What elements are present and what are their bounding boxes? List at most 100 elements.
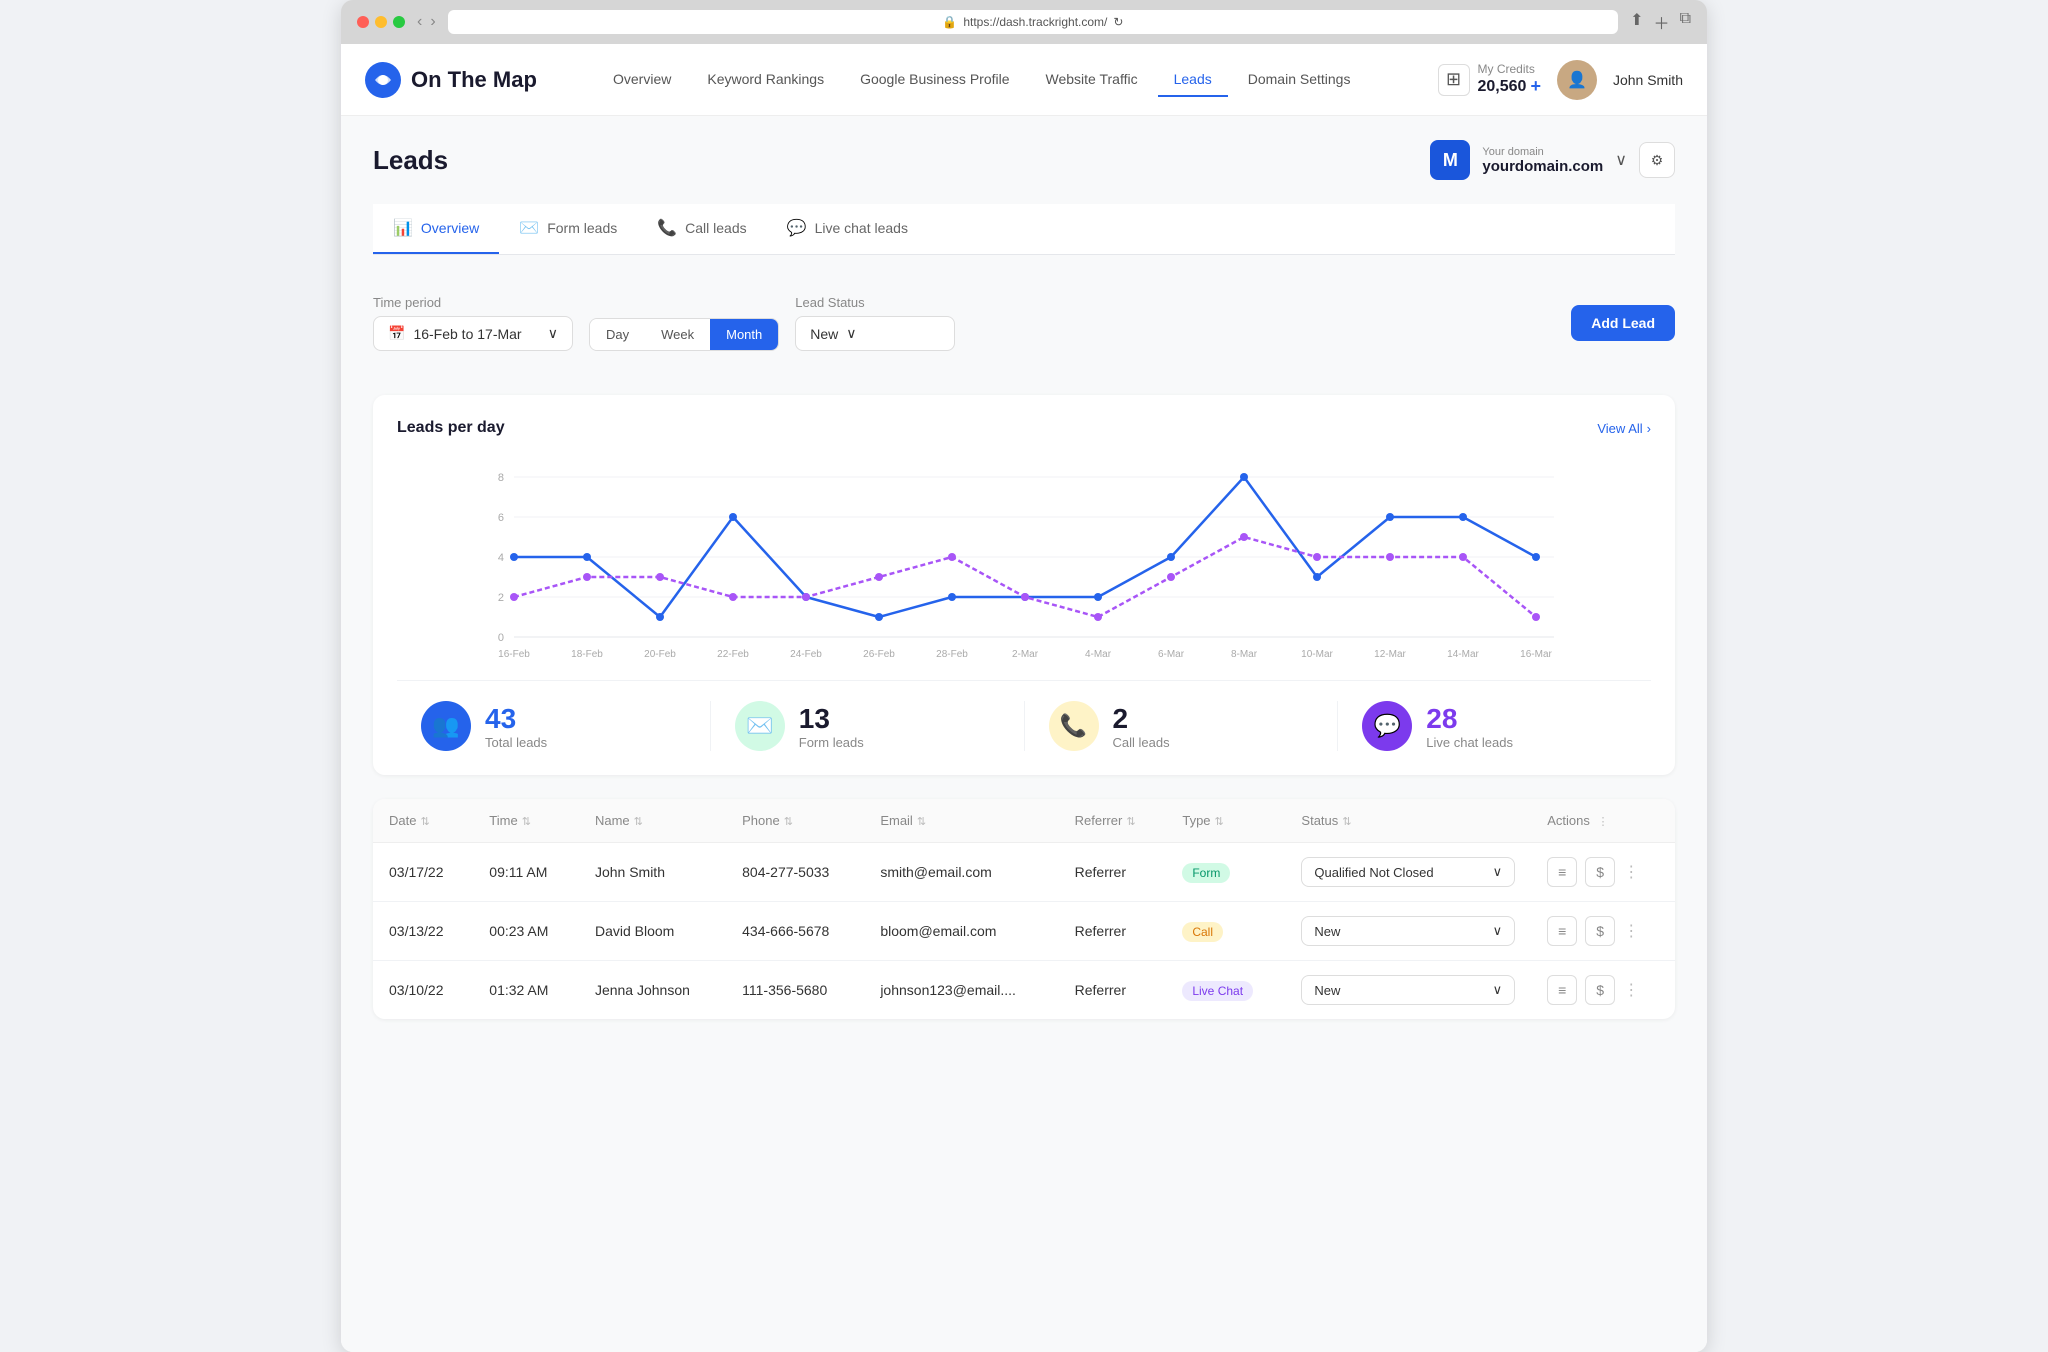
- week-period-button[interactable]: Week: [645, 319, 710, 350]
- top-nav: On The Map Overview Keyword Rankings Goo…: [341, 44, 1707, 116]
- col-time: Time⇅: [473, 799, 579, 843]
- domain-logo: M: [1430, 140, 1470, 180]
- leads-table: Date⇅ Time⇅ Name⇅ Phone⇅ Email⇅ Referrer…: [373, 799, 1675, 1019]
- row3-time: 01:32 AM: [473, 961, 579, 1020]
- row1-status-dropdown[interactable]: Qualified Not Closed ∨: [1301, 857, 1515, 887]
- table-row: 03/13/22 00:23 AM David Bloom 434-666-56…: [373, 902, 1675, 961]
- row3-status-chevron-icon: ∨: [1493, 982, 1503, 998]
- domain-chevron-icon[interactable]: ∨: [1615, 150, 1627, 170]
- type-sort-icon[interactable]: ⇅: [1215, 815, 1224, 828]
- day-period-button[interactable]: Day: [590, 319, 645, 350]
- tab-call-leads[interactable]: 📞 Call leads: [637, 204, 766, 254]
- col-email: Email⇅: [864, 799, 1058, 843]
- row2-action-icons: ≡ $ ⋮: [1547, 916, 1659, 946]
- credits-icon: ⊞: [1438, 64, 1470, 96]
- name-col-label: Name: [595, 813, 630, 828]
- svg-text:8-Mar: 8-Mar: [1231, 649, 1258, 660]
- close-dot[interactable]: [357, 16, 369, 28]
- row1-more-button[interactable]: ⋮: [1623, 862, 1639, 882]
- time-sort-icon[interactable]: ⇅: [522, 815, 531, 828]
- nav-domain-settings[interactable]: Domain Settings: [1232, 63, 1367, 97]
- stats-row: 👥 43 Total leads ✉️ 13 Form leads: [397, 680, 1651, 751]
- add-lead-button[interactable]: Add Lead: [1571, 305, 1675, 341]
- overview-tab-icon: 📊: [393, 218, 413, 238]
- page-content: Leads M Your domain yourdomain.com ∨ ⚙ 📊…: [341, 116, 1707, 1352]
- url-bar[interactable]: 🔒 https://dash.trackright.com/ ↻: [448, 10, 1618, 34]
- row1-action-icons: ≡ $ ⋮: [1547, 857, 1659, 887]
- browser-toolbar: ‹ › 🔒 https://dash.trackright.com/ ↻ ⬆ ＋…: [341, 0, 1707, 44]
- calendar-icon: 📅: [388, 325, 405, 342]
- name-sort-icon[interactable]: ⇅: [634, 815, 643, 828]
- row1-phone: 804-277-5033: [726, 843, 864, 902]
- maximize-dot[interactable]: [393, 16, 405, 28]
- row3-status-dropdown[interactable]: New ∨: [1301, 975, 1515, 1005]
- row2-billing-button[interactable]: $: [1585, 916, 1615, 946]
- row2-status-dropdown[interactable]: New ∨: [1301, 916, 1515, 946]
- svg-text:16-Mar: 16-Mar: [1520, 649, 1552, 660]
- row3-referrer: Referrer: [1059, 961, 1167, 1020]
- status-sort-icon[interactable]: ⇅: [1342, 815, 1351, 828]
- settings-button[interactable]: ⚙: [1639, 142, 1675, 178]
- svg-text:18-Feb: 18-Feb: [571, 649, 603, 660]
- row2-name: David Bloom: [579, 902, 726, 961]
- share-icon[interactable]: ⬆: [1630, 10, 1643, 34]
- row3-more-button[interactable]: ⋮: [1623, 980, 1639, 1000]
- lead-status-filter: Lead Status New ∨: [795, 295, 955, 351]
- chart-header: Leads per day View All ›: [397, 419, 1651, 437]
- nav-keyword-rankings[interactable]: Keyword Rankings: [691, 63, 840, 97]
- lead-status-dropdown[interactable]: New ∨: [795, 316, 955, 351]
- back-icon[interactable]: ‹: [417, 13, 422, 31]
- svg-text:0: 0: [498, 632, 504, 644]
- form-leads-tab-icon: ✉️: [519, 218, 539, 238]
- svg-text:6-Mar: 6-Mar: [1158, 649, 1185, 660]
- leads-table-card: Date⇅ Time⇅ Name⇅ Phone⇅ Email⇅ Referrer…: [373, 799, 1675, 1019]
- date-picker[interactable]: 📅 16-Feb to 17-Mar ∨: [373, 316, 573, 351]
- new-tab-icon[interactable]: ＋: [1654, 10, 1670, 34]
- row3-email: johnson123@email....: [864, 961, 1058, 1020]
- row3-action-icons: ≡ $ ⋮: [1547, 975, 1659, 1005]
- total-leads-icon: 👥: [421, 701, 471, 751]
- month-period-button[interactable]: Month: [710, 319, 778, 350]
- svg-text:24-Feb: 24-Feb: [790, 649, 822, 660]
- forward-icon[interactable]: ›: [430, 13, 435, 31]
- referrer-sort-icon[interactable]: ⇅: [1126, 815, 1135, 828]
- actions-menu-icon[interactable]: ⋮: [1597, 815, 1608, 828]
- svg-text:8: 8: [498, 472, 504, 484]
- type-col-label: Type: [1182, 813, 1210, 828]
- tab-overview[interactable]: 📊 Overview: [373, 204, 499, 254]
- phone-sort-icon[interactable]: ⇅: [784, 815, 793, 828]
- row3-status-value: New: [1314, 983, 1340, 998]
- row1-type: Form: [1166, 843, 1285, 902]
- row2-more-button[interactable]: ⋮: [1623, 921, 1639, 941]
- tab-live-chat-leads[interactable]: 💬 Live chat leads: [767, 204, 928, 254]
- view-all-button[interactable]: View All ›: [1597, 421, 1651, 436]
- nav-overview[interactable]: Overview: [597, 63, 687, 97]
- live-chat-tab-icon: 💬: [787, 218, 807, 238]
- lead-status-value: New: [810, 326, 838, 342]
- row1-view-button[interactable]: ≡: [1547, 857, 1577, 887]
- tab-form-leads[interactable]: ✉️ Form leads: [499, 204, 637, 254]
- minimize-dot[interactable]: [375, 16, 387, 28]
- row3-view-button[interactable]: ≡: [1547, 975, 1577, 1005]
- row3-billing-button[interactable]: $: [1585, 975, 1615, 1005]
- row2-status: New ∨: [1285, 902, 1531, 961]
- form-leads-number: 13: [799, 703, 864, 735]
- nav-leads[interactable]: Leads: [1158, 63, 1228, 97]
- table-row: 03/17/22 09:11 AM John Smith 804-277-503…: [373, 843, 1675, 902]
- tabs-icon[interactable]: ⧉: [1680, 10, 1691, 34]
- svg-text:26-Feb: 26-Feb: [863, 649, 895, 660]
- row1-billing-button[interactable]: $: [1585, 857, 1615, 887]
- row2-view-button[interactable]: ≡: [1547, 916, 1577, 946]
- lead-status-chevron-icon: ∨: [846, 325, 856, 342]
- nav-google-business[interactable]: Google Business Profile: [844, 63, 1025, 97]
- credits-box: ⊞ My Credits 20,560 +: [1438, 62, 1541, 97]
- reload-icon[interactable]: ↻: [1113, 15, 1123, 29]
- nav-website-traffic[interactable]: Website Traffic: [1030, 63, 1154, 97]
- date-sort-icon[interactable]: ⇅: [420, 815, 429, 828]
- row1-status-value: Qualified Not Closed: [1314, 865, 1433, 880]
- tabs-bar: 📊 Overview ✉️ Form leads 📞 Call leads 💬 …: [373, 204, 1675, 255]
- col-referrer: Referrer⇅: [1059, 799, 1167, 843]
- credits-info: My Credits 20,560 +: [1478, 62, 1541, 97]
- email-sort-icon[interactable]: ⇅: [917, 815, 926, 828]
- add-credits-button[interactable]: +: [1530, 76, 1541, 97]
